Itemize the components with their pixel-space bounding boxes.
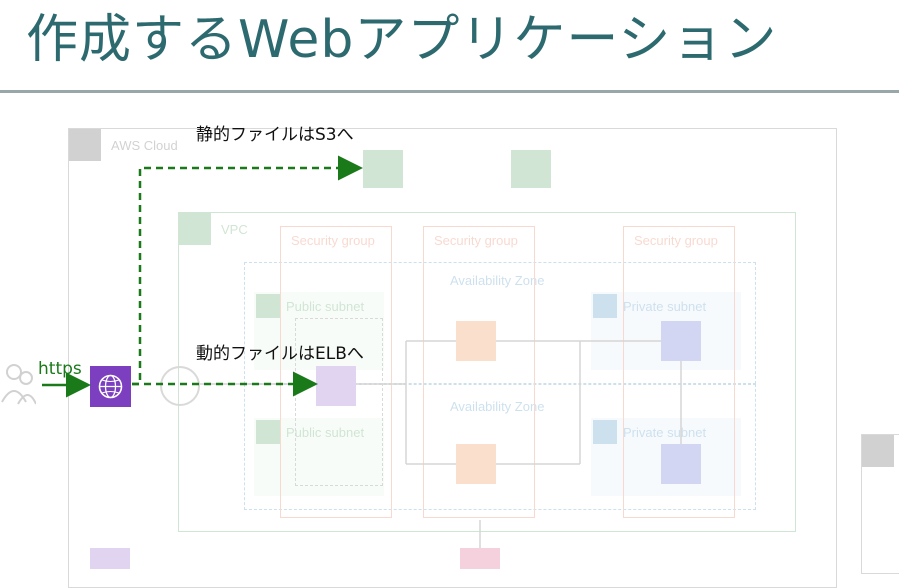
request-flow-arrows (42, 155, 363, 398)
static-files-annotation: 静的ファイルはS3へ (196, 125, 354, 145)
https-label: https (38, 359, 82, 379)
dynamic-files-annotation: 動的ファイルはELBへ (196, 344, 364, 364)
